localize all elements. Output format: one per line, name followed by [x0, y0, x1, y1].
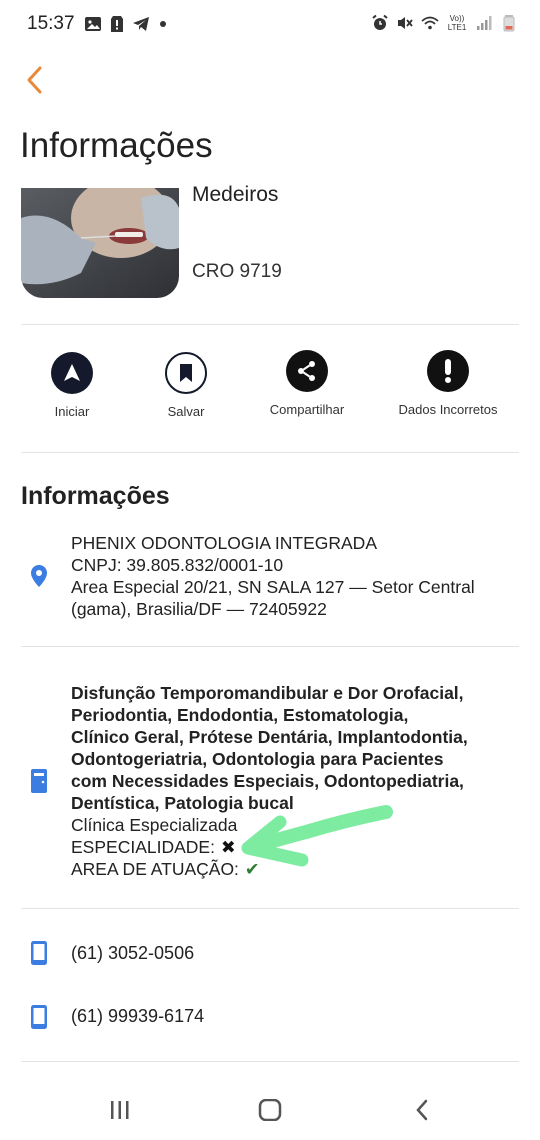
mute-icon [398, 17, 413, 29]
phone-number[interactable]: (61) 99939-6174 [71, 1006, 204, 1027]
dentist-photo [21, 188, 179, 298]
status-time: 15:37 [27, 13, 75, 34]
page-title: Informações [20, 126, 213, 165]
dot-icon [160, 21, 166, 27]
annotation-arrow-icon [241, 805, 393, 867]
cnpj: CNPJ: 39.805.832/0001-10 [71, 555, 284, 575]
specialty-line: Odontogeriatria, Odontologia para Pacien… [71, 749, 444, 769]
action-label: Salvar [167, 404, 205, 419]
action-label: Dados Incorretos [398, 402, 498, 417]
volte-icon: Vo)) LTE1 [447, 14, 467, 32]
atuacao-label: AREA DE ATUAÇÃO: [71, 859, 239, 879]
address-block: PHENIX ODONTOLOGIA INTEGRADA CNPJ: 39.80… [71, 532, 475, 620]
status-bar: 15:37 Vo)) LTE1 [0, 0, 540, 50]
home-icon[interactable] [250, 1096, 290, 1124]
recents-icon[interactable] [100, 1096, 140, 1124]
profile-cro: CRO 9719 [192, 261, 282, 282]
specialty-line: Clínico Geral, Prótese Dentária, Implant… [71, 727, 468, 747]
phone-icon [28, 1005, 50, 1029]
profile-name: Medeiros [192, 183, 279, 206]
alert-icon [111, 16, 123, 32]
divider [21, 1061, 519, 1062]
divider [21, 908, 519, 909]
specialty-line: Periodontia, Endodontia, Estomatologia, [71, 705, 409, 725]
cross-icon: ✖ [220, 837, 236, 857]
chevron-left-icon [27, 66, 42, 94]
especialidade-label: ESPECIALIDADE: [71, 837, 215, 857]
door-icon [28, 769, 50, 793]
share-icon [286, 350, 328, 392]
system-nav-bar [0, 1080, 540, 1140]
divider [21, 324, 519, 325]
signal-icon [477, 16, 492, 30]
company-name: PHENIX ODONTOLOGIA INTEGRADA [71, 533, 377, 553]
gallery-icon [85, 17, 101, 31]
back-icon[interactable] [402, 1096, 442, 1124]
navigation-icon [51, 352, 93, 394]
section-title: Informações [21, 482, 170, 510]
street-address: Area Especial 20/21, SN SALA 127 — Setor… [71, 577, 475, 597]
battery-icon [503, 15, 515, 32]
exclamation-icon [427, 350, 469, 392]
alarm-icon [372, 14, 388, 30]
phone-number[interactable]: (61) 3052-0506 [71, 943, 194, 964]
action-iniciar[interactable]: Iniciar [12, 352, 132, 419]
status-right-icons: Vo)) LTE1 [371, 14, 518, 32]
specialty-line: Disfunção Temporomandibular e Dor Orofac… [71, 683, 464, 703]
phone-icon [28, 941, 50, 965]
wifi-icon [421, 16, 439, 30]
divider [21, 646, 519, 647]
divider [21, 452, 519, 453]
city-address: (gama), Brasilia/DF — 72405922 [71, 599, 327, 619]
telegram-icon [133, 17, 149, 31]
action-label: Iniciar [54, 404, 90, 419]
action-compartilhar[interactable]: Compartilhar [247, 350, 367, 417]
action-label: Compartilhar [269, 402, 345, 417]
back-button[interactable] [16, 62, 52, 98]
action-salvar[interactable]: Salvar [126, 352, 246, 419]
status-left-icons [84, 15, 166, 33]
location-pin-icon [28, 564, 50, 588]
specialty-line: com Necessidades Especiais, Odontopediat… [71, 771, 464, 791]
bookmark-icon [165, 352, 207, 394]
action-dados-incorretos[interactable]: Dados Incorretos [388, 350, 508, 417]
